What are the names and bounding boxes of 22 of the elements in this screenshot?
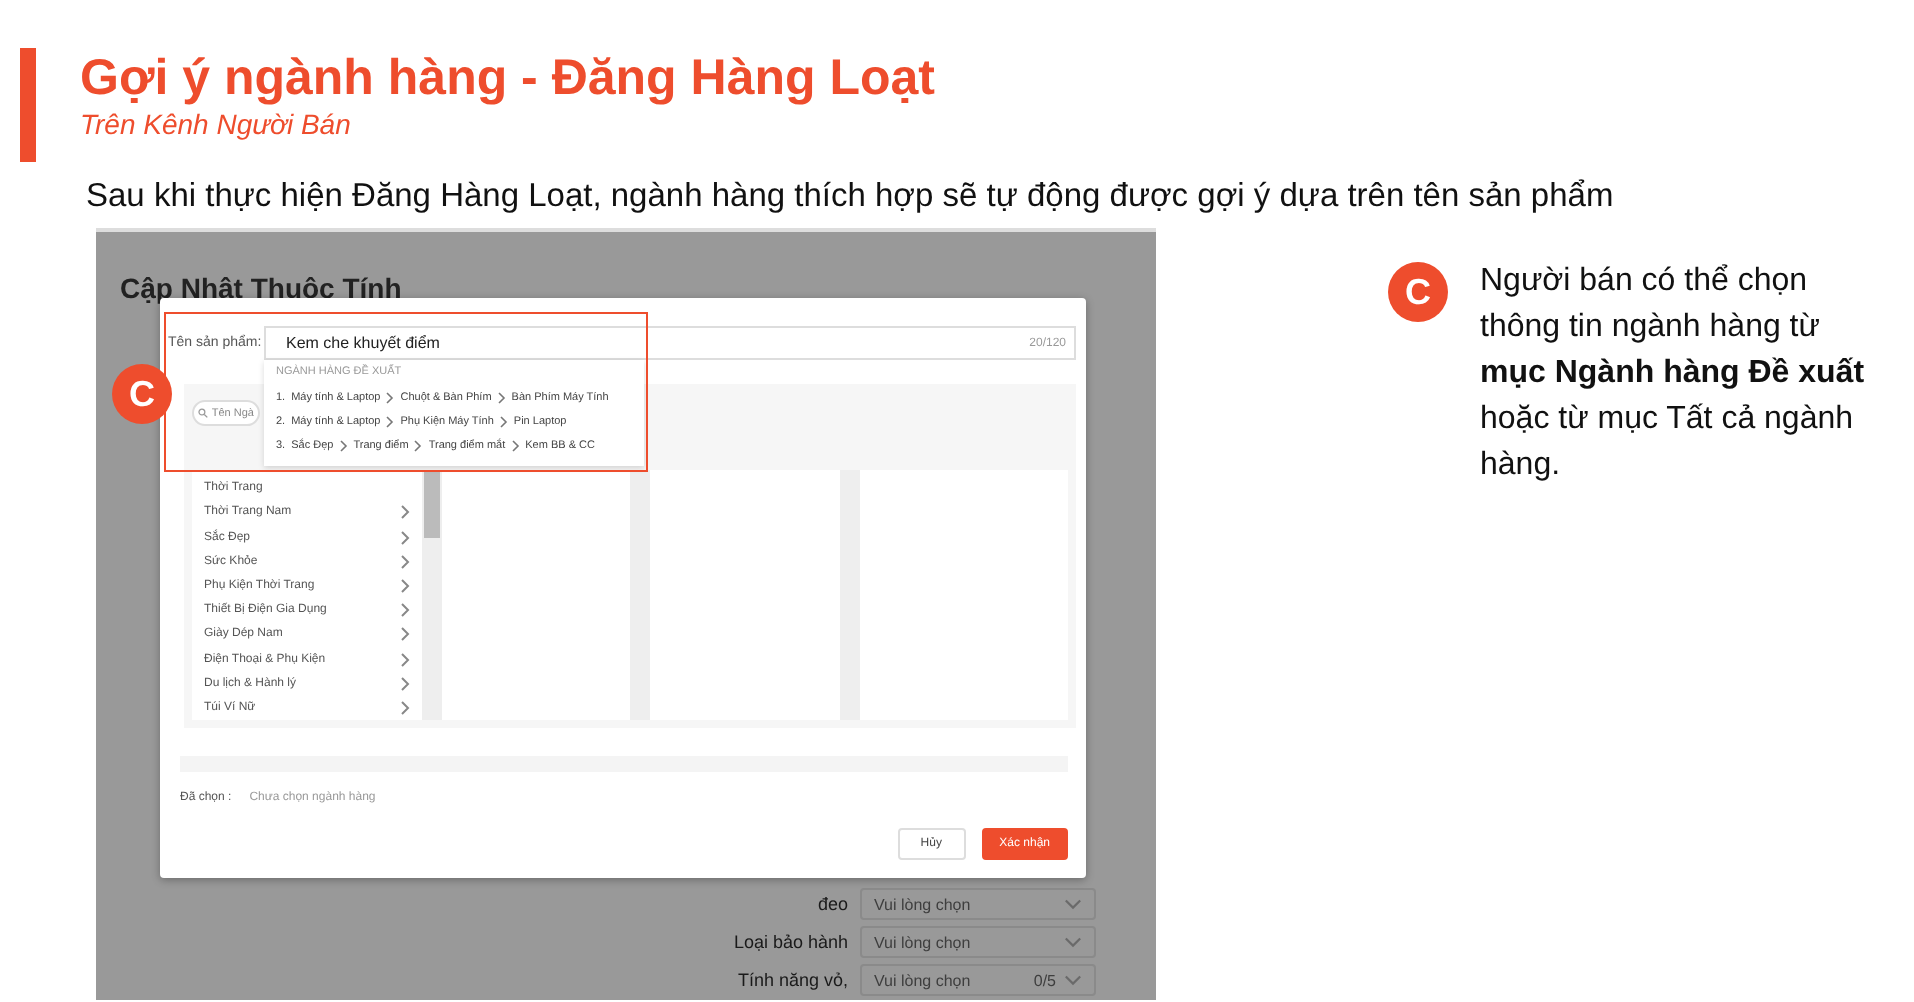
step-badge: C	[112, 364, 172, 424]
chevron-down-icon	[1064, 936, 1082, 948]
accent-bar	[20, 48, 36, 162]
attribute-label: đeo	[815, 894, 848, 914]
select-field[interactable]: Vui lòng chọn	[860, 888, 1096, 920]
page-title: Cập Nhật Thuộc Tính	[120, 272, 402, 304]
scrollbar[interactable]	[422, 470, 442, 720]
intro-text: Sau khi thực hiện Đăng Hàng Loạt, ngành hàng thích hợp sẽ tự động được gợi ý dựa trên tên sản phẩm	[86, 176, 1616, 218]
chevron-down-icon	[1064, 898, 1082, 910]
scrollbar[interactable]	[630, 470, 651, 720]
search-icon	[198, 406, 208, 421]
select-field[interactable]: Vui lòng chọn	[860, 926, 1096, 958]
select-field[interactable]: Vui lòng chọn 0/5	[860, 964, 1096, 996]
slide-title: Gợi ý ngành hàng - Đăng Hàng Loạt	[80, 48, 935, 108]
attribute-label: Loại bảo hành	[731, 932, 848, 952]
slide-subtitle: Trên Kênh Người Bán	[80, 108, 353, 140]
callout-text: Người bán có thể chọn thông tin ngành hàng từ mục Ngành hàng Đề xuất hoặc từ mục Tất cả ngành hàng.	[1480, 262, 1867, 486]
step-badge: C	[1388, 262, 1448, 322]
attribute-label: Tính năng vỏ,	[735, 970, 848, 990]
chevron-right-icon	[339, 440, 348, 452]
chevron-down-icon	[1064, 974, 1082, 986]
chevron-right-icon	[414, 440, 423, 452]
